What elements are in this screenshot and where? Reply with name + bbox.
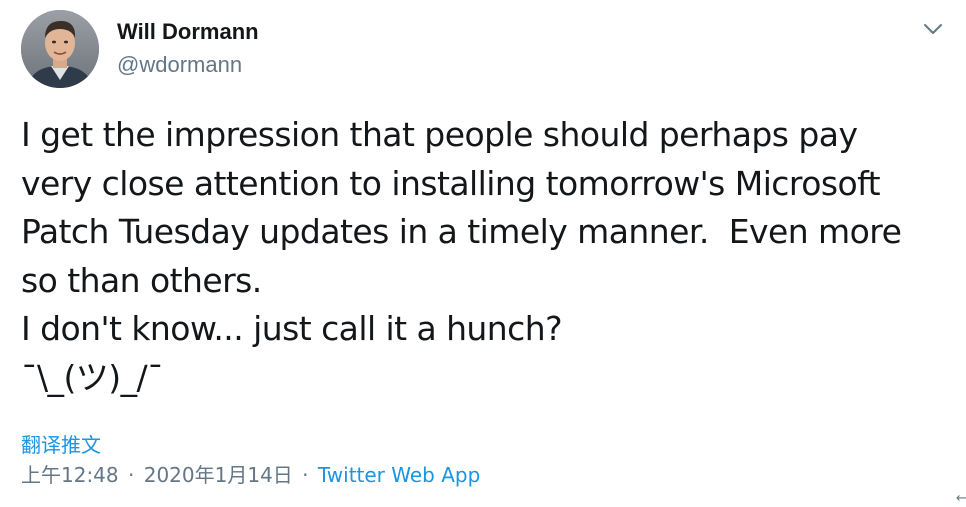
profile-photo-avatar [21,10,99,88]
avatar[interactable] [21,10,99,88]
tweet-meta: 上午12:48 · 2020年1月14日 · Twitter Web App [21,461,480,489]
tweet-text-line: I get the impression that people should … [21,115,858,154]
chevron-down-icon[interactable] [920,16,946,42]
display-name[interactable]: Will Dormann [117,18,259,46]
translate-tweet-link[interactable]: 翻译推文 [21,431,101,459]
tweet-date[interactable]: 2020年1月14日 [144,463,293,487]
tweet-text-line: so than others. [21,260,262,300]
tweet-text-line: ¯\_(ツ)_/¯ [21,357,164,397]
tweet-card: Will Dormann @wdormann I get the impress… [0,0,966,507]
tweet-time[interactable]: 上午12:48 [21,463,119,487]
tweet-text-line: I don't know... just call it a hunch? [21,309,563,348]
tweet-text: I get the impression that people should … [21,111,951,402]
separator: · [302,463,309,487]
tweet-text-line: Patch Tuesday updates in a timely manner… [21,212,902,251]
left-arrow-icon: ← [956,491,966,506]
user-handle[interactable]: @wdormann [117,51,242,79]
source-app-link[interactable]: Twitter Web App [318,463,480,487]
separator: · [128,463,135,487]
tweet-text-line: very close attention to installing tomor… [21,163,881,203]
